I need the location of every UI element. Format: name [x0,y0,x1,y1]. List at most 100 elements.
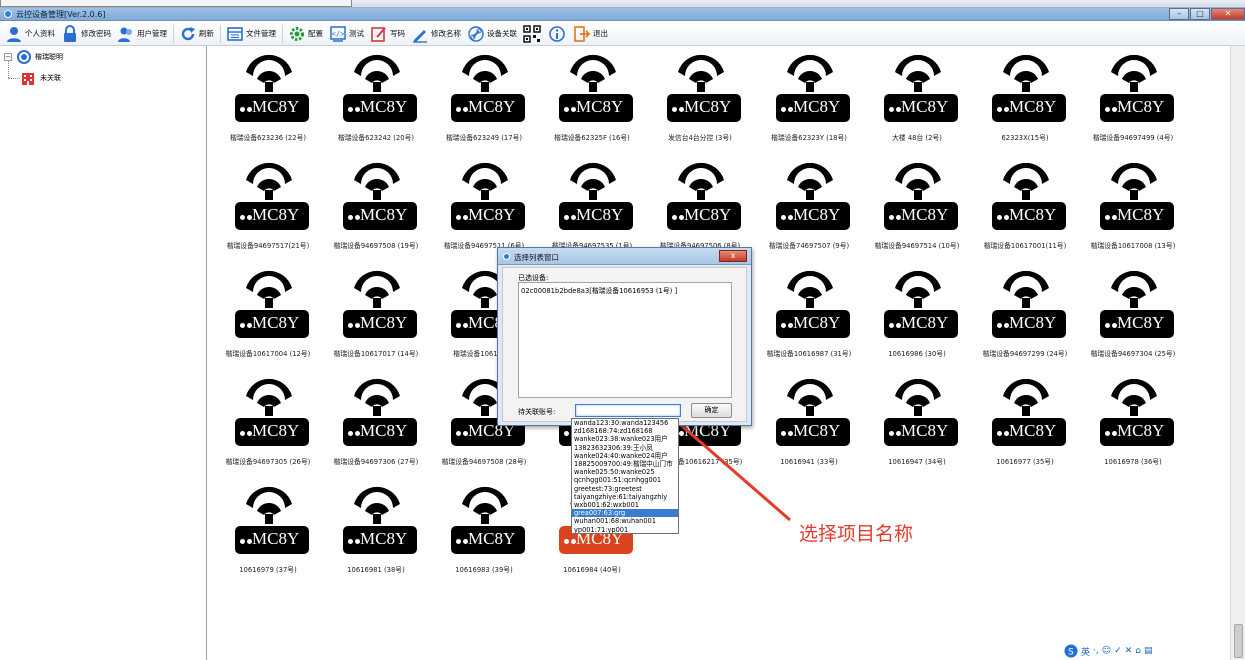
dropdown-option[interactable]: 18825009700:49:楷瑞中山门市 [572,460,678,468]
device-tile[interactable]: MC8Y 楷瑞设备62325F (16号) [542,48,642,148]
device-tile[interactable]: MC8Y 10616986 (30号) [867,264,967,364]
toolbar-button-info[interactable] [547,23,567,45]
wifi-signal-icon [462,486,508,524]
device-tile[interactable]: MC8Y 楷瑞设备94697511 (6号) [434,156,534,256]
maximize-button[interactable]: □ [1190,8,1210,20]
account-select[interactable] [575,404,681,417]
device-tile[interactable]: MC8Y 62323X(15号) [975,48,1075,148]
dropdown-option[interactable]: qcnhgg001:51:qcnhgg001 [572,476,678,484]
dropdown-option[interactable]: wxb001:62:wxb001 [572,501,678,509]
device-tile[interactable]: MC8Y 楷瑞设备10617004 (12号) [218,264,318,364]
toolbar-button-qrcode[interactable] [522,23,542,45]
device-tile[interactable]: MC8Y 楷瑞设备10617017 (14号) [326,264,426,364]
device-tile[interactable]: MC8Y 10616947 (34号) [867,372,967,472]
device-tile[interactable]: MC8Y 楷瑞设备623249 (17号) [434,48,534,148]
device-tile[interactable]: MC8Y 大楼 48台 (2号) [867,48,967,148]
dropdown-option[interactable]: 13823632306:39:王小凤 [572,444,678,452]
dropdown-option[interactable]: wanke023:38:wanke023用户 [572,435,678,443]
ime-language[interactable]: 英 [1081,645,1090,658]
toolbar-button-link[interactable]: 设备关联 [466,23,517,45]
dropdown-option[interactable]: wanda123:30:wanda123456 [572,419,678,427]
toolbar-button-pen[interactable]: 修改名称 [410,23,461,45]
dropdown-option[interactable]: taiyangzhiye:61:taiyangzhiy [572,493,678,501]
ok-button[interactable]: 确定 [691,403,732,418]
collapse-icon[interactable]: − [4,53,12,61]
selected-devices-list[interactable]: 02c00081b2bde8a3[楷瑞设备10616953 (1号) ] [518,282,732,398]
ime-keyboard-icon[interactable]: ✕ [1125,646,1133,656]
toolbar-button-write[interactable]: 写码 [369,23,405,45]
toolbar-button-lock[interactable]: 修改密码 [60,23,111,45]
vertical-scrollbar[interactable] [1230,46,1245,660]
dropdown-option[interactable]: grea007:63:grg [572,509,678,518]
device-tile[interactable]: MC8Y 楷瑞设备94697508 (19号) [326,156,426,256]
ime-logo-icon: S [1064,644,1078,658]
device-tile[interactable]: MC8Y 10616977 (35号) [975,372,1075,472]
device-tile[interactable]: MC8Y 10616979 (37号) [218,480,318,580]
ime-tools-icon[interactable]: ▤ [1144,646,1153,656]
dropdown-option[interactable]: zd168168:74:zd168168 [572,427,678,435]
account-label: 待关联账号: [518,408,556,416]
ime-mic-icon[interactable]: ✓ [1114,646,1122,656]
device-tile[interactable]: MC8Y 10616978 (36号) [1083,372,1183,472]
scrollbar-thumb[interactable] [1234,624,1243,658]
device-tile[interactable]: MC8Y 楷瑞设备94697535 (1号) [542,156,642,256]
device-tile[interactable]: MC8Y 楷瑞设备94697304 (25号) [1083,264,1183,364]
toolbar-button-gear[interactable]: 配置 [287,23,323,45]
toolbar-button-user[interactable]: 个人资料 [4,23,55,45]
toolbar-button-file-manager[interactable]: 文件管理 [225,23,276,45]
toolbar-button-users[interactable]: 用户管理 [116,23,167,45]
toolbar-button-code[interactable]: </> 测试 [328,23,364,45]
device-tile[interactable]: MC8Y 楷瑞设备623236 (22号) [218,48,318,148]
device-tile[interactable]: MC8Y 楷瑞设备94697514 (10号) [867,156,967,256]
toolbar-button-refresh[interactable]: 刷新 [178,23,214,45]
device-tile[interactable]: MC8Y 楷瑞设备10617008 (13号) [1083,156,1183,256]
account-dropdown-list[interactable]: wanda123:30:wanda123456 zd168168:74:zd168… [571,418,679,534]
device-tile[interactable]: MC8Y 楷瑞设备62323Y (18号) [759,48,859,148]
device-tile[interactable]: MC8Y 楷瑞设备94697499 (4号) [1083,48,1183,148]
device-tile[interactable]: MC8Y 楷瑞设备94697506 (8号) [650,156,750,256]
device-tile[interactable]: MC8Y 楷瑞设备94697517(21号) [218,156,318,256]
dropdown-option[interactable]: wanke024:40:wanke024用户 [572,452,678,460]
device-tile[interactable]: MC8Y 楷瑞设备623242 (20号) [326,48,426,148]
tree-node-root[interactable]: − 楷瑞聪明 [4,50,63,64]
device-model-label: MC8Y [252,421,300,440]
wifi-signal-icon [895,270,941,308]
ime-emoji-icon[interactable]: ☺ [1102,646,1111,656]
title-bar: 云控设备管理[Ver.2.0.6] – □ ✕ [0,8,1245,21]
ime-skin-icon[interactable]: ⌂ [1135,646,1141,656]
device-tile[interactable]: MC8Y 楷瑞设备10617001(11号) [975,156,1075,256]
close-button[interactable]: ✕ [1211,8,1245,20]
device-model-label: MC8Y [468,205,516,224]
router-icon: MC8Y [992,202,1066,230]
device-model-label: MC8Y [684,205,732,224]
dialog-close-button[interactable]: x [719,250,747,262]
wifi-signal-icon [462,162,508,200]
window-title: 云控设备管理[Ver.2.0.6] [16,10,106,19]
ime-punct-icon[interactable]: ·, [1093,646,1099,656]
device-tile[interactable]: MC8Y 10616981 (38号) [326,480,426,580]
exit-icon [572,24,592,44]
dropdown-option[interactable]: yp001:71:yp001 [572,526,678,533]
device-tile[interactable]: MC8Y 楷瑞设备94697306 (27号) [326,372,426,472]
device-tile[interactable]: MC8Y 楷瑞设备74697507 (9号) [759,156,859,256]
router-icon: MC8Y [1100,94,1174,122]
device-caption: 10616977 (35号) [996,458,1054,466]
minimize-button[interactable]: – [1169,8,1189,20]
tree-node-unlinked[interactable]: 未关联 [20,70,61,86]
device-tile[interactable]: MC8Y 楷瑞设备94697299 (24号) [975,264,1075,364]
device-tile[interactable]: MC8Y 发信台4台分控 (3号) [650,48,750,148]
wifi-signal-icon [1111,54,1157,92]
qrcode-icon [522,24,542,44]
dropdown-option[interactable]: wuhan001:68:wuhan001 [572,517,678,525]
device-tile[interactable]: MC8Y 楷瑞设备10616987 (31号) [759,264,859,364]
dropdown-option[interactable]: greetest:73:greetest [572,485,678,493]
router-icon: MC8Y [235,310,309,338]
router-icon: MC8Y [992,418,1066,446]
device-caption: 楷瑞设备62325F (16号) [554,134,630,142]
device-tile[interactable]: MC8Y 楷瑞设备94697305 (26号) [218,372,318,472]
dropdown-option[interactable]: wanke025:50:wanke025 [572,468,678,476]
toolbar-button-exit[interactable]: 退出 [572,23,608,45]
device-tile[interactable]: MC8Y 10616983 (39号) [434,480,534,580]
device-caption: 楷瑞设备62323Y (18号) [771,134,847,142]
router-icon: MC8Y [884,310,958,338]
